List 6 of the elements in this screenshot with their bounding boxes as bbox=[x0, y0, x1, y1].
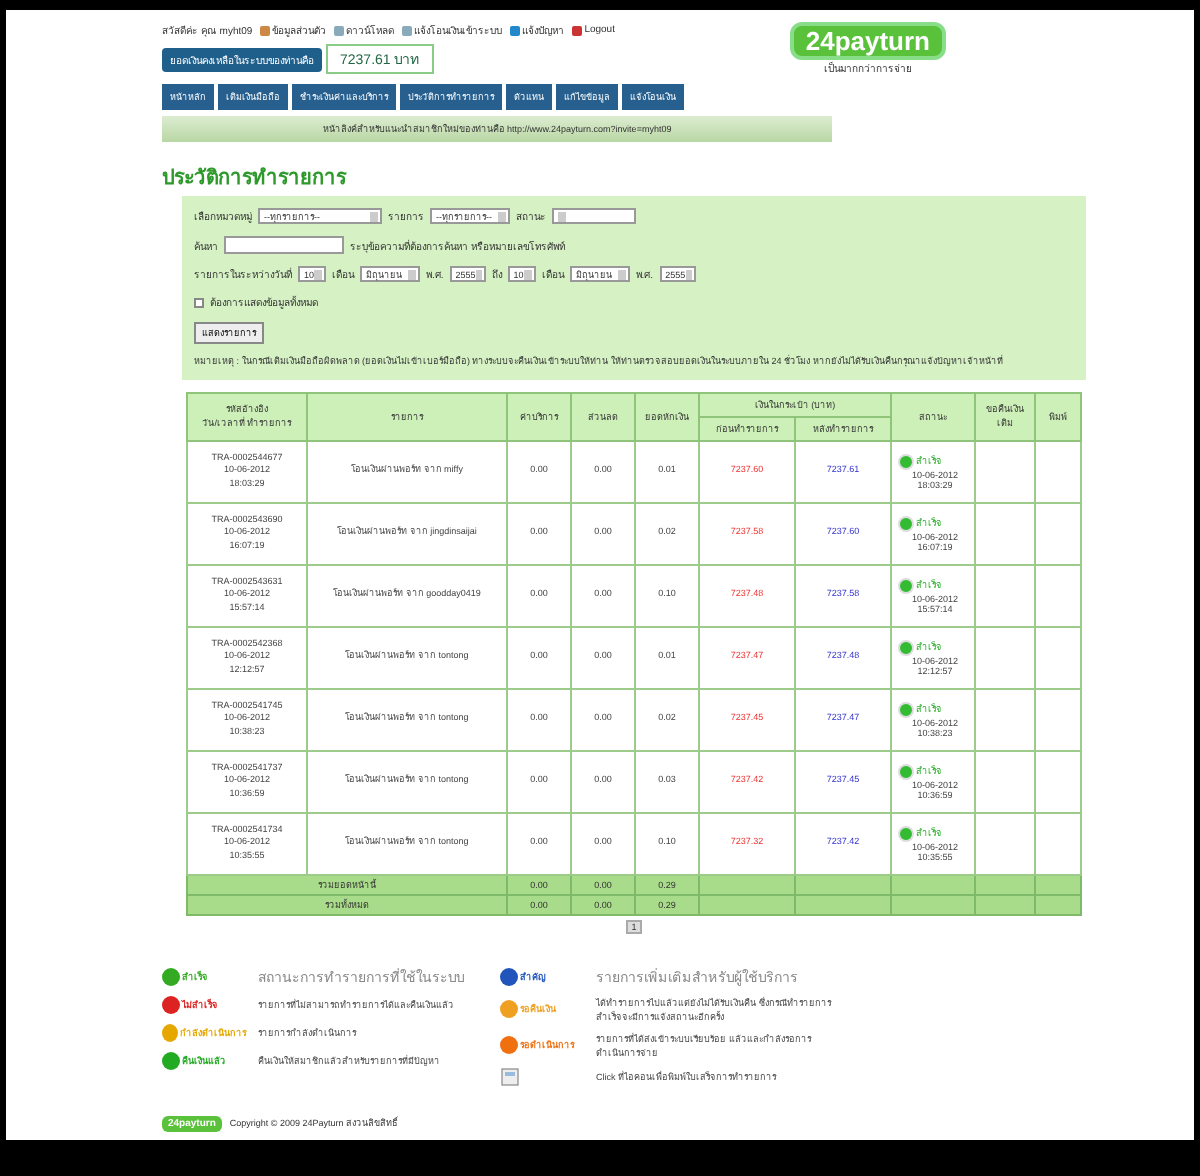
status-select[interactable] bbox=[552, 208, 636, 224]
logo: 24payturn bbox=[789, 22, 946, 60]
show-all-checkbox[interactable] bbox=[194, 297, 204, 307]
search-field[interactable] bbox=[224, 236, 344, 254]
printer-icon bbox=[500, 1068, 520, 1087]
page-title: ประวัติการทำรายการ bbox=[162, 165, 349, 192]
